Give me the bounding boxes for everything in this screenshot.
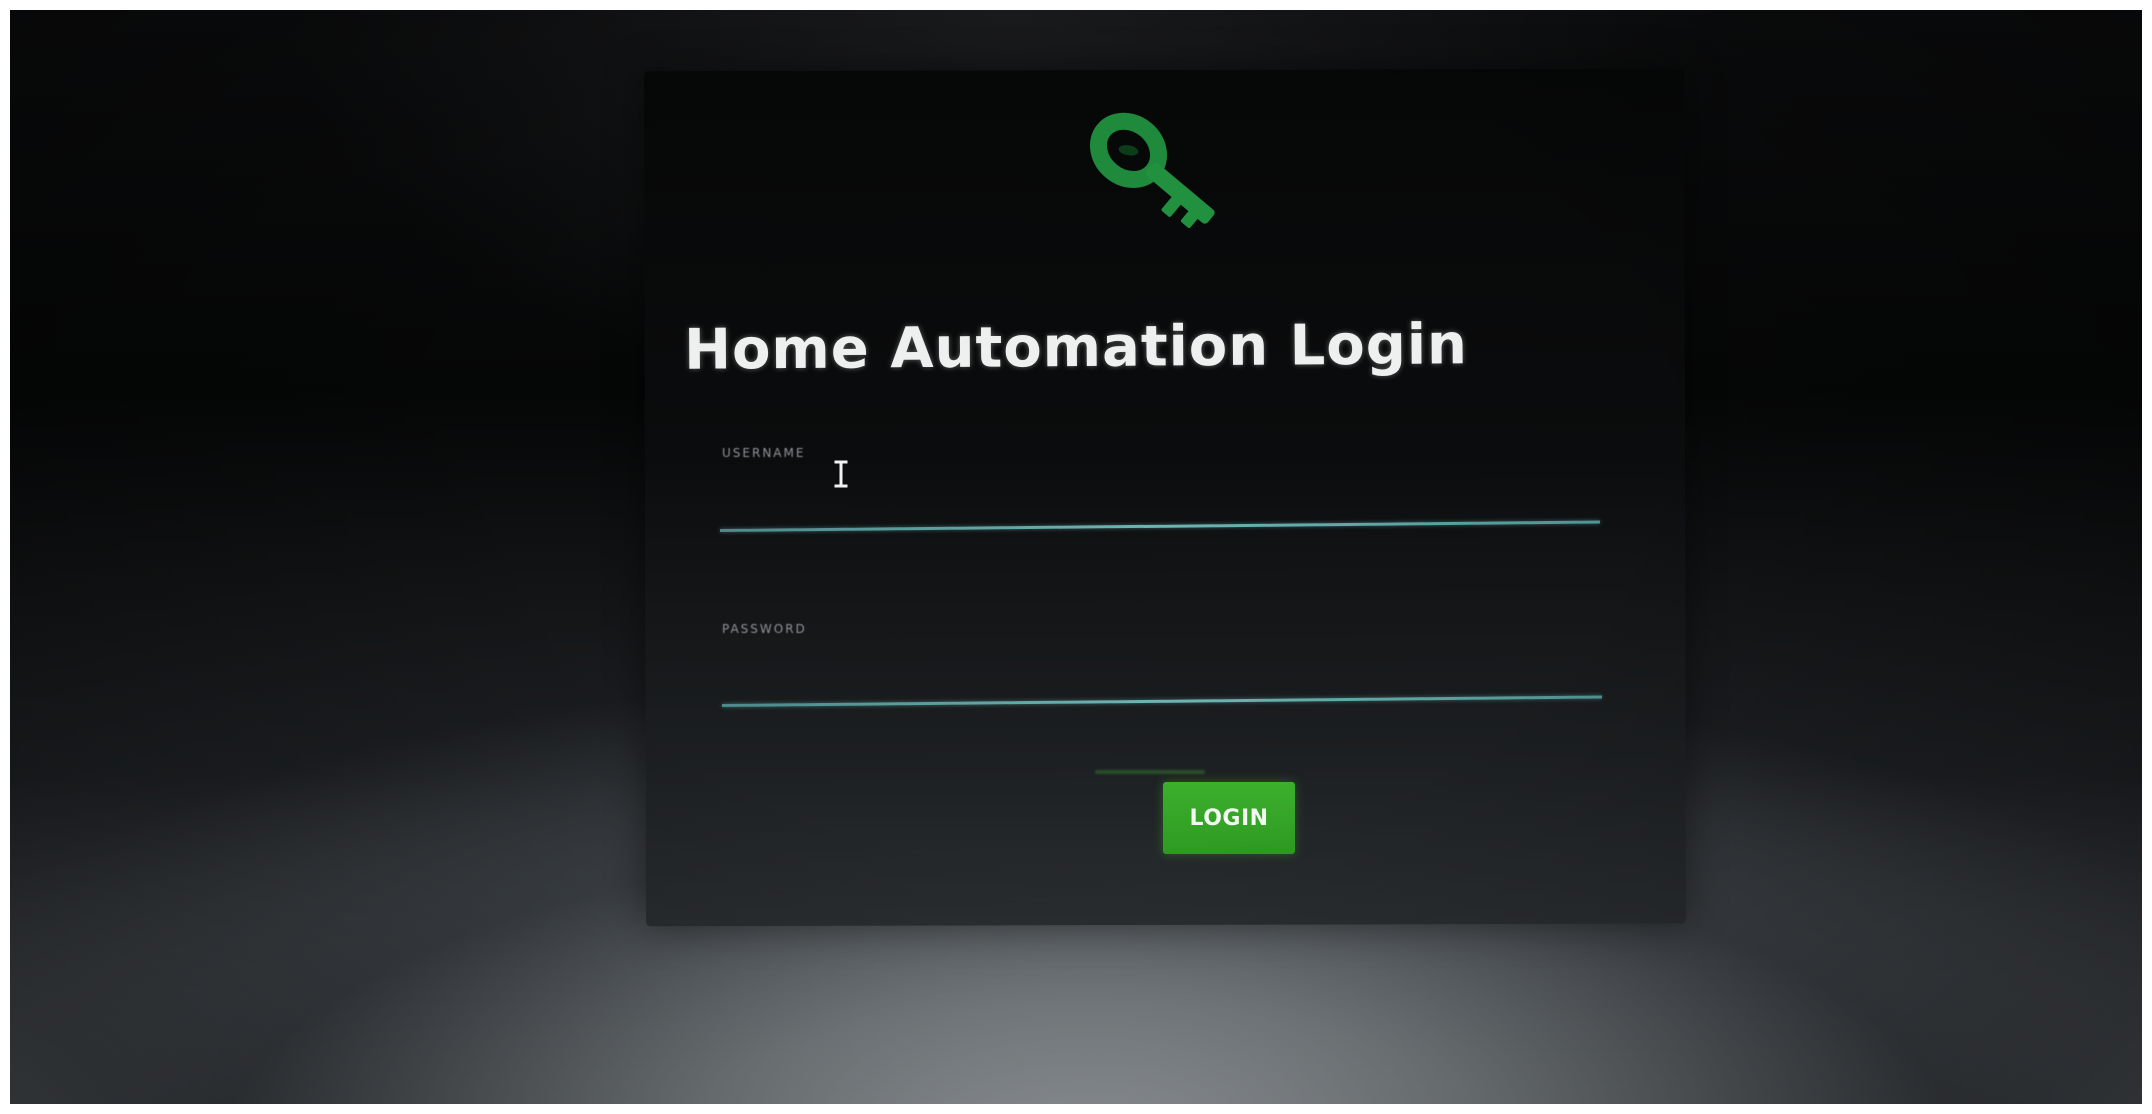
password-input[interactable]	[722, 650, 1592, 690]
button-glow	[1095, 770, 1205, 774]
password-label: PASSWORD	[722, 622, 807, 636]
key-icon	[1070, 105, 1250, 255]
username-label: USERNAME	[722, 446, 806, 460]
username-input[interactable]	[722, 472, 1592, 512]
page-title: Home Automation Login	[683, 312, 1469, 383]
text-cursor-icon	[834, 460, 848, 488]
login-button[interactable]: LOGIN	[1163, 782, 1295, 854]
screen-frame: Home Automation Login USERNAME PASSWORD …	[10, 10, 2142, 1104]
